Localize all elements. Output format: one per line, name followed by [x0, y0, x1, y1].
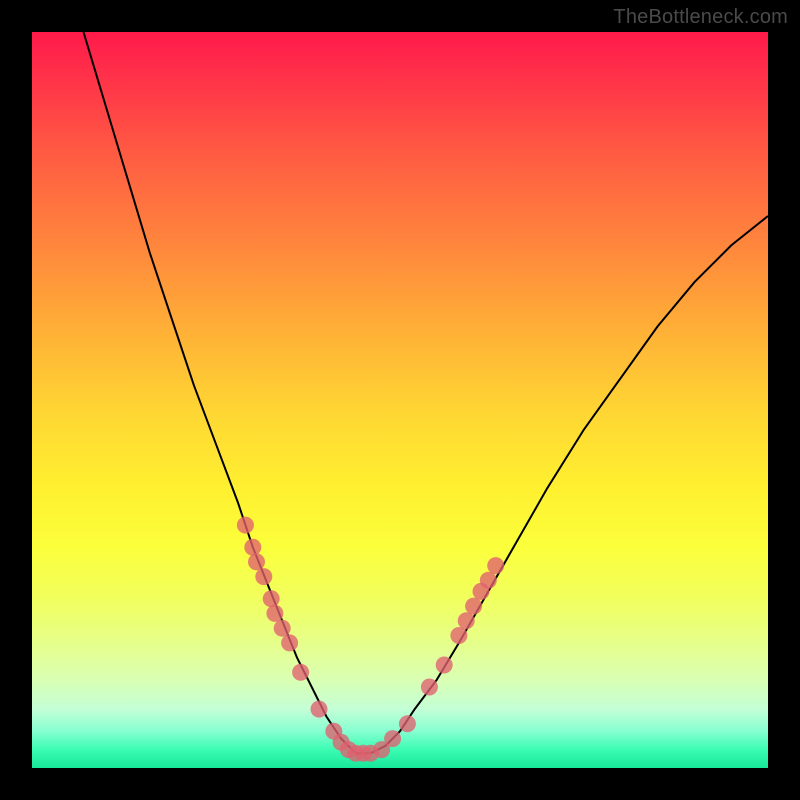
data-point	[480, 572, 497, 589]
bottleneck-curve	[84, 32, 769, 753]
plot-area	[32, 32, 768, 768]
chart-frame: TheBottleneck.com	[0, 0, 800, 800]
dots-layer	[237, 517, 504, 762]
data-point	[384, 730, 401, 747]
data-point	[292, 664, 309, 681]
data-point	[244, 539, 261, 556]
data-point	[274, 620, 291, 637]
data-point	[255, 568, 272, 585]
data-point	[311, 701, 328, 718]
chart-svg	[32, 32, 768, 768]
data-point	[436, 657, 453, 674]
data-point	[263, 590, 280, 607]
data-point	[487, 557, 504, 574]
data-point	[266, 605, 283, 622]
data-point	[465, 598, 482, 615]
data-point	[421, 679, 438, 696]
data-point	[450, 627, 467, 644]
data-point	[281, 634, 298, 651]
data-point	[237, 517, 254, 534]
data-point	[399, 715, 416, 732]
data-point	[458, 612, 475, 629]
data-point	[248, 553, 265, 570]
curve-layer	[84, 32, 769, 753]
watermark-text: TheBottleneck.com	[613, 6, 788, 29]
